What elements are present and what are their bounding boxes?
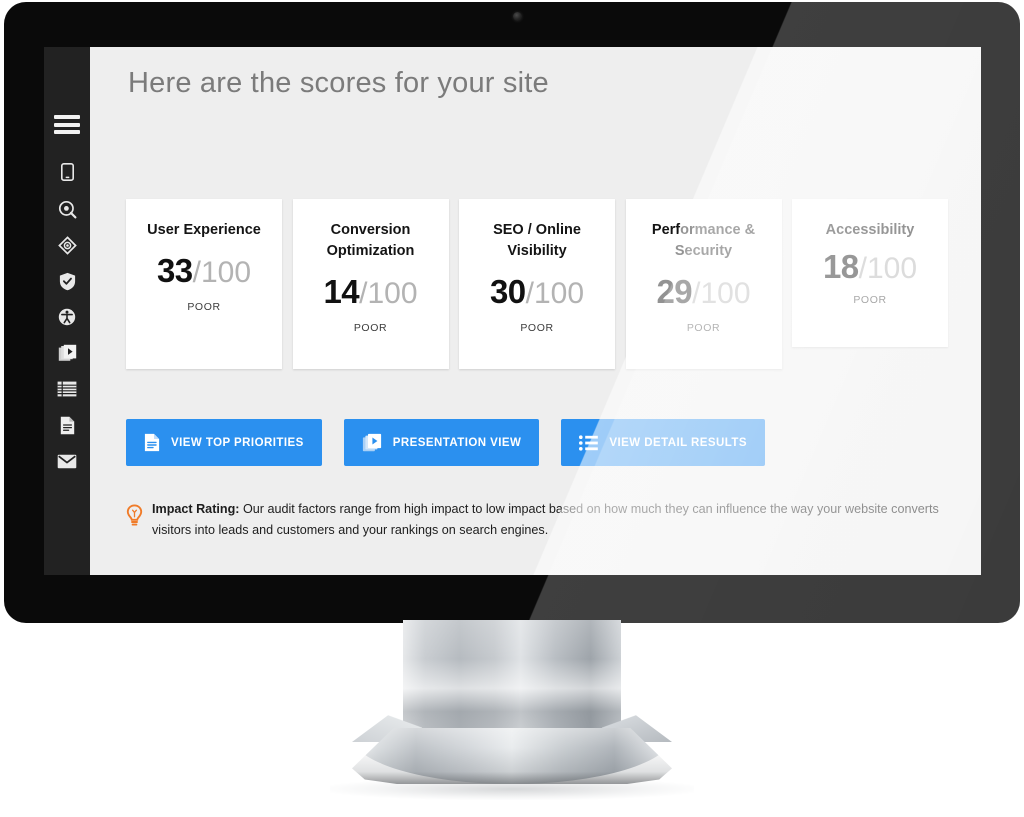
target-search-icon	[58, 200, 77, 219]
lightbulb-icon	[126, 499, 152, 532]
score-denominator: /100	[858, 252, 918, 286]
score-card-value: 30/100	[490, 275, 584, 309]
document-icon	[144, 433, 160, 452]
monitor-neck	[403, 620, 621, 742]
mobile-icon	[60, 163, 74, 181]
score-denominator: /100	[525, 277, 585, 311]
score-card-value: 18/100	[823, 250, 917, 284]
score-card-rating: POOR	[686, 322, 721, 335]
sidebar-item-accessibility[interactable]	[44, 306, 90, 328]
score-denominator: /100	[692, 277, 751, 311]
impact-rating-text: Impact Rating: Our audit factors range f…	[152, 499, 946, 541]
score-card-value: 29/100	[656, 275, 750, 309]
score-card-title: Accessibility	[825, 222, 915, 238]
sidebar-item-presentation[interactable]	[44, 342, 90, 364]
score-card-value: 33/100	[157, 254, 251, 288]
main-content: Here are the scores for your site User E…	[90, 47, 981, 575]
presentation-view-button[interactable]: PRESENTATION VIEW	[343, 419, 540, 466]
score-card-title: Conversion Optimization	[326, 222, 415, 260]
score-card-value: 14/100	[323, 275, 417, 309]
score-number: 30	[489, 273, 526, 311]
neck-shading	[403, 620, 621, 742]
sidebar-item-security[interactable]	[44, 270, 90, 292]
view-detail-results-button[interactable]: VIEW DETAIL RESULTS	[561, 419, 765, 466]
score-card-list: User Experience 33/100 POOR Conversion O…	[126, 199, 948, 369]
list-icon	[57, 381, 77, 397]
sidebar	[44, 47, 90, 575]
webcam-icon	[513, 12, 522, 21]
envelope-icon	[57, 454, 77, 469]
score-denominator: /100	[359, 277, 418, 311]
shield-check-icon	[59, 272, 76, 291]
accessibility-icon	[58, 308, 76, 326]
document-icon	[60, 416, 75, 435]
score-card-title: SEO / Online Visibility	[493, 222, 581, 260]
page-title: Here are the scores for your site	[128, 67, 549, 99]
impact-rating-body: Our audit factors range from high impact…	[152, 502, 939, 538]
hamburger-menu-icon[interactable]	[54, 115, 80, 134]
score-card[interactable]: User Experience 33/100 POOR	[126, 199, 282, 369]
score-card-rating: POOR	[853, 294, 887, 307]
monitor-bezel: Here are the scores for your site User E…	[4, 2, 1020, 623]
base-shading	[352, 728, 672, 784]
sidebar-item-user-experience[interactable]	[44, 234, 90, 256]
sidebar-item-report[interactable]	[44, 414, 90, 436]
impact-rating-label: Impact Rating:	[152, 502, 240, 516]
score-card[interactable]: Conversion Optimization 14/100 POOR	[292, 199, 449, 369]
score-card[interactable]: Accessibility 18/100 POOR	[792, 199, 948, 347]
presentation-icon	[58, 344, 77, 362]
score-card-rating: POOR	[353, 322, 388, 335]
score-card-title: User Experience	[147, 222, 261, 238]
monitor-base	[352, 728, 672, 784]
score-number: 18	[822, 248, 859, 286]
button-label: VIEW TOP PRIORITIES	[171, 436, 304, 449]
bulleted-list-icon	[579, 434, 599, 451]
score-number: 29	[656, 273, 693, 311]
eye-target-icon	[57, 235, 77, 255]
score-card-rating: POOR	[187, 301, 221, 314]
sidebar-item-search-visibility[interactable]	[44, 198, 90, 220]
sidebar-item-email[interactable]	[44, 450, 90, 472]
impact-rating-note: Impact Rating: Our audit factors range f…	[126, 499, 946, 541]
score-number: 33	[156, 252, 193, 290]
score-card[interactable]: Performance & Security 29/100 POOR	[625, 199, 782, 369]
view-top-priorities-button[interactable]: VIEW TOP PRIORITIES	[126, 419, 322, 466]
sidebar-item-detail-results[interactable]	[44, 378, 90, 400]
monitor: Here are the scores for your site User E…	[0, 0, 1024, 817]
score-denominator: /100	[192, 256, 252, 290]
action-button-group: VIEW TOP PRIORITIES PRESENTATION VIEW VI…	[126, 419, 765, 466]
score-number: 14	[323, 273, 360, 311]
score-card-title: Performance & Security	[651, 222, 756, 260]
button-label: PRESENTATION VIEW	[392, 436, 522, 449]
base-shadow	[330, 778, 694, 800]
sidebar-item-mobile[interactable]	[44, 161, 90, 183]
screen: Here are the scores for your site User E…	[44, 47, 981, 575]
score-card-rating: POOR	[520, 322, 554, 335]
presentation-play-icon	[362, 433, 382, 452]
score-card[interactable]: SEO / Online Visibility 30/100 POOR	[459, 199, 615, 369]
button-label: VIEW DETAIL RESULTS	[609, 436, 747, 449]
